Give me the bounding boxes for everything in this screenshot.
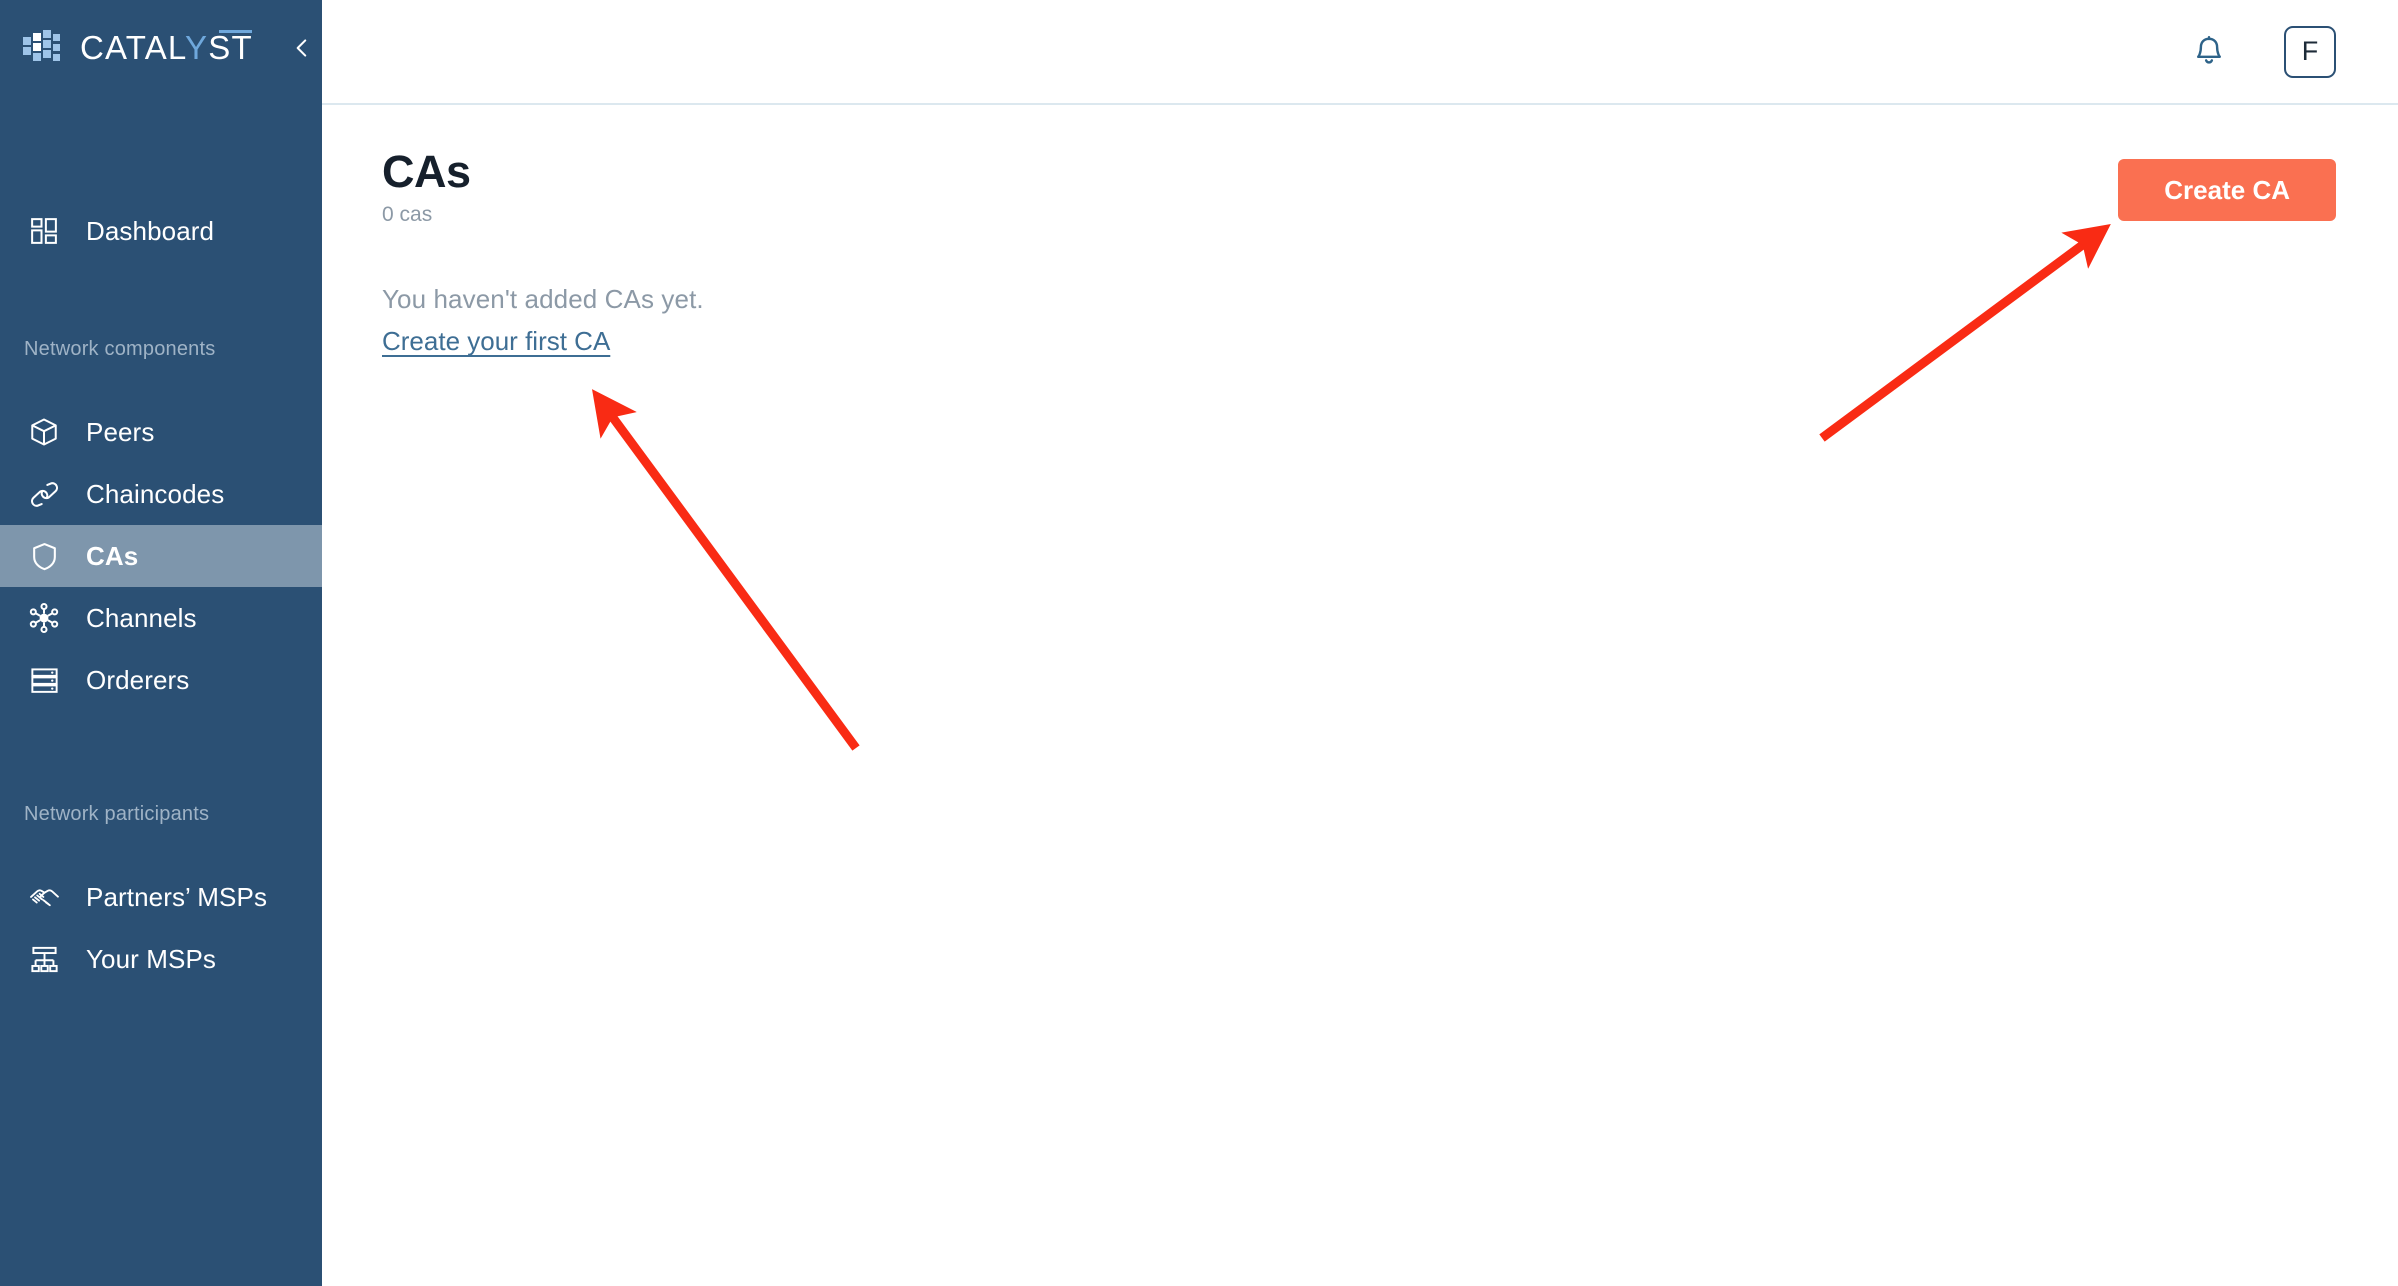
sidebar-item-label: Chaincodes (86, 478, 225, 509)
sidebar-section-label: Network components (24, 338, 216, 360)
sidebar-item-dashboard[interactable]: Dashboard (0, 200, 322, 262)
page-title: CAs (382, 146, 471, 197)
link-chain-icon (24, 474, 64, 514)
cube-icon (24, 412, 64, 452)
empty-state-message: You haven't added CAs yet. (382, 284, 704, 314)
sidebar-item-label: Channels (86, 602, 197, 633)
dashboard-grid-icon (24, 211, 64, 251)
sidebar-item-partners-msps[interactable]: Partners’ MSPs (0, 866, 322, 928)
brand-name-accent: Y (185, 29, 209, 66)
page-count: 0 cas (382, 203, 433, 226)
sidebar-item-chaincodes[interactable]: Chaincodes (0, 463, 322, 525)
bell-icon[interactable] (2186, 29, 2232, 75)
sidebar-item-label: Partners’ MSPs (86, 881, 268, 912)
create-ca-button[interactable]: Create CA (2118, 159, 2336, 221)
sidebar-section-label: Network participants (24, 803, 210, 825)
page-titles: CAs 0 cas (362, 149, 471, 227)
sidebar-item-peers[interactable]: Peers (0, 401, 322, 463)
brand-topbar-accent (218, 30, 252, 33)
sidebar-primary-group: Dashboard (0, 140, 322, 262)
handshake-icon (24, 877, 64, 917)
avatar[interactable]: F (2284, 25, 2336, 78)
sidebar-section-network-participants: Network participants Partners’ MSPs Your… (0, 803, 322, 990)
avatar-initial: F (2301, 36, 2319, 66)
sidebar-item-label: Dashboard (86, 215, 215, 246)
page-header: CAs 0 cas Create CA (362, 149, 2336, 227)
sidebar-item-label: Your MSPs (86, 943, 216, 974)
top-bar: F (322, 0, 2398, 105)
empty-state: You haven't added CAs yet. Create your f… (362, 284, 2336, 357)
sidebar-section-network-components: Network components Peers Chaincodes CAs … (0, 338, 322, 711)
chevron-left-icon[interactable] (283, 28, 322, 68)
shield-icon (24, 536, 64, 576)
network-hub-icon (24, 598, 64, 638)
brand-name-main: CATAL (80, 29, 186, 66)
sidebar-item-orderers[interactable]: Orderers (0, 649, 322, 711)
create-first-ca-link[interactable]: Create your first CA (382, 326, 610, 357)
page-content: CAs 0 cas Create CA You haven't added CA… (322, 105, 2398, 357)
brand-wordmark: CATALYST (80, 29, 253, 67)
brand-name-tail: ST (208, 29, 253, 66)
sidebar-item-channels[interactable]: Channels (0, 587, 322, 649)
cube-grid-logo-icon (22, 28, 64, 68)
main-area: F CAs 0 cas Create CA You haven't added … (322, 0, 2398, 1286)
sidebar-item-label: Orderers (86, 664, 190, 695)
org-hierarchy-icon (24, 939, 64, 979)
sidebar-item-cas[interactable]: CAs (0, 525, 322, 587)
sidebar-item-label: CAs (86, 540, 139, 571)
brand-header: CATALYST (0, 0, 322, 96)
server-stack-icon (24, 660, 64, 700)
sidebar-item-label: Peers (86, 416, 155, 447)
sidebar: CATALYST Dashboard Network components Pe… (0, 0, 322, 1286)
sidebar-item-your-msps[interactable]: Your MSPs (0, 928, 322, 990)
app-root: CATALYST Dashboard Network components Pe… (0, 0, 2398, 1286)
